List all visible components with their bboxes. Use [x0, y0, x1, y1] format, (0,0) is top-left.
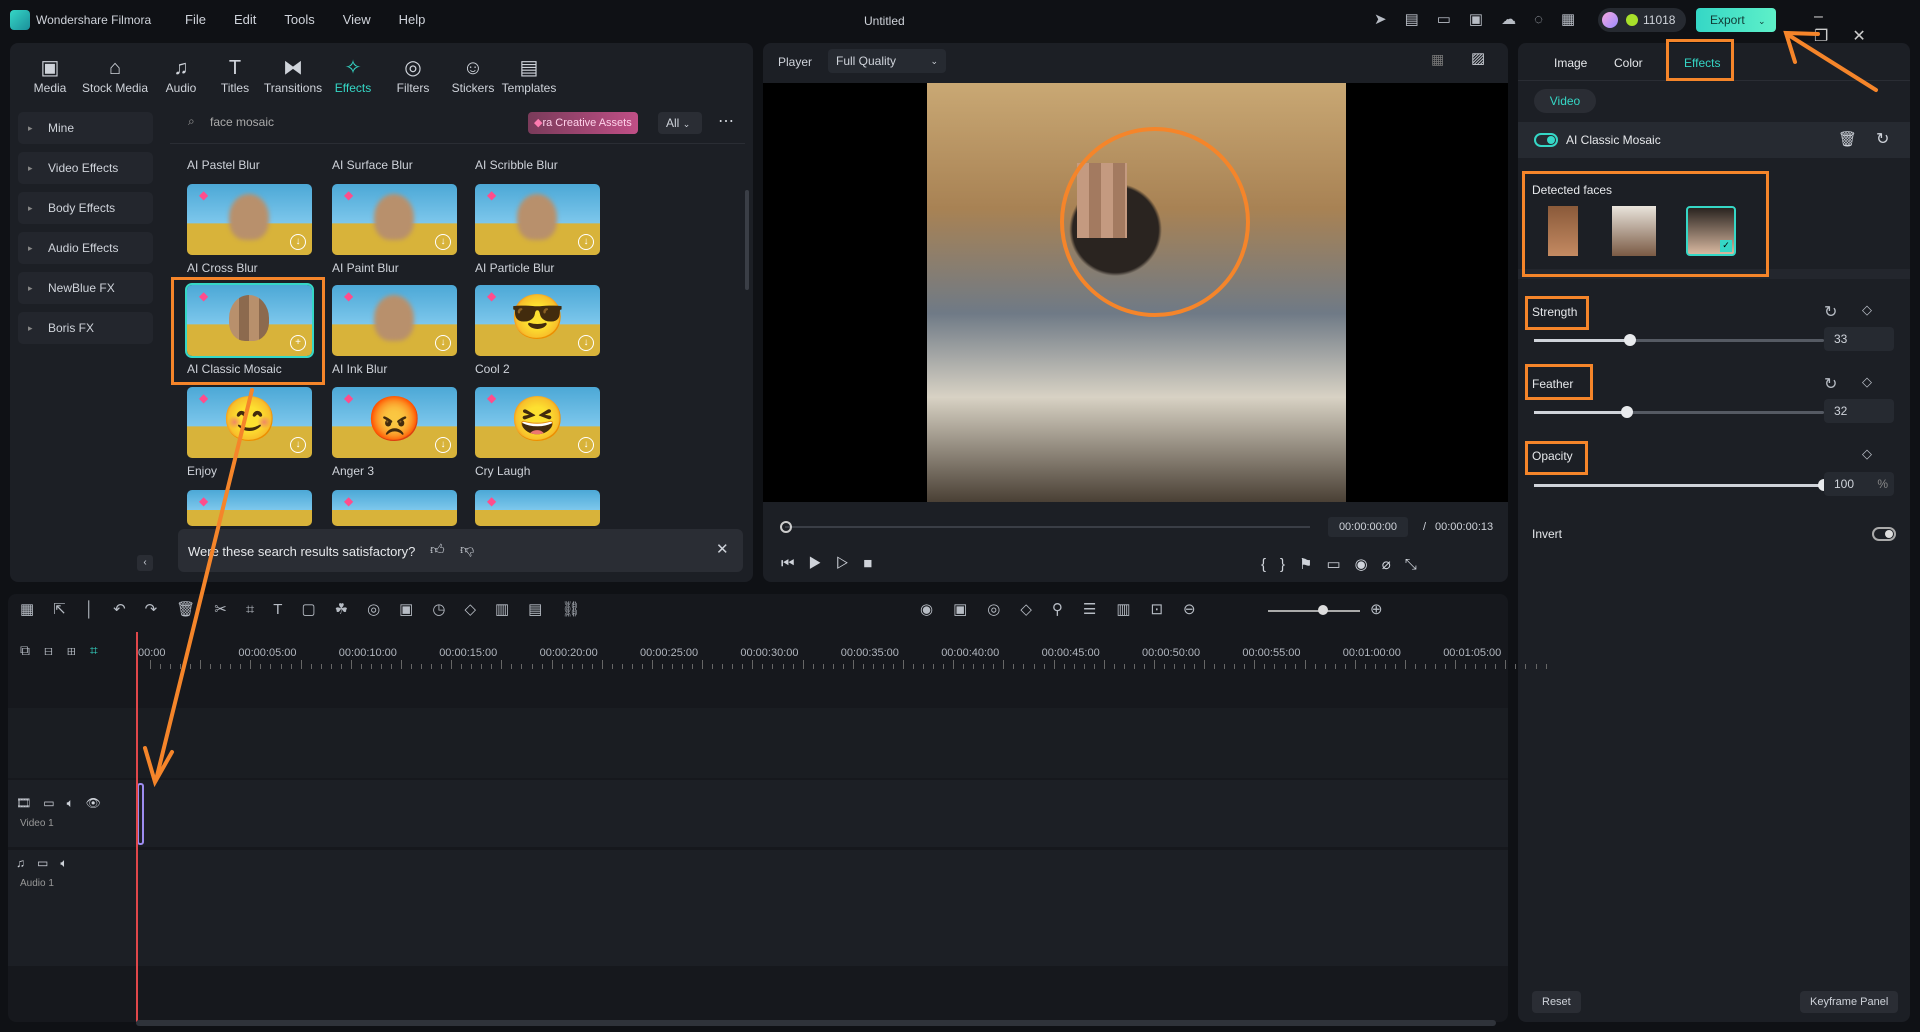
annotation-arrows [143, 30, 1878, 788]
